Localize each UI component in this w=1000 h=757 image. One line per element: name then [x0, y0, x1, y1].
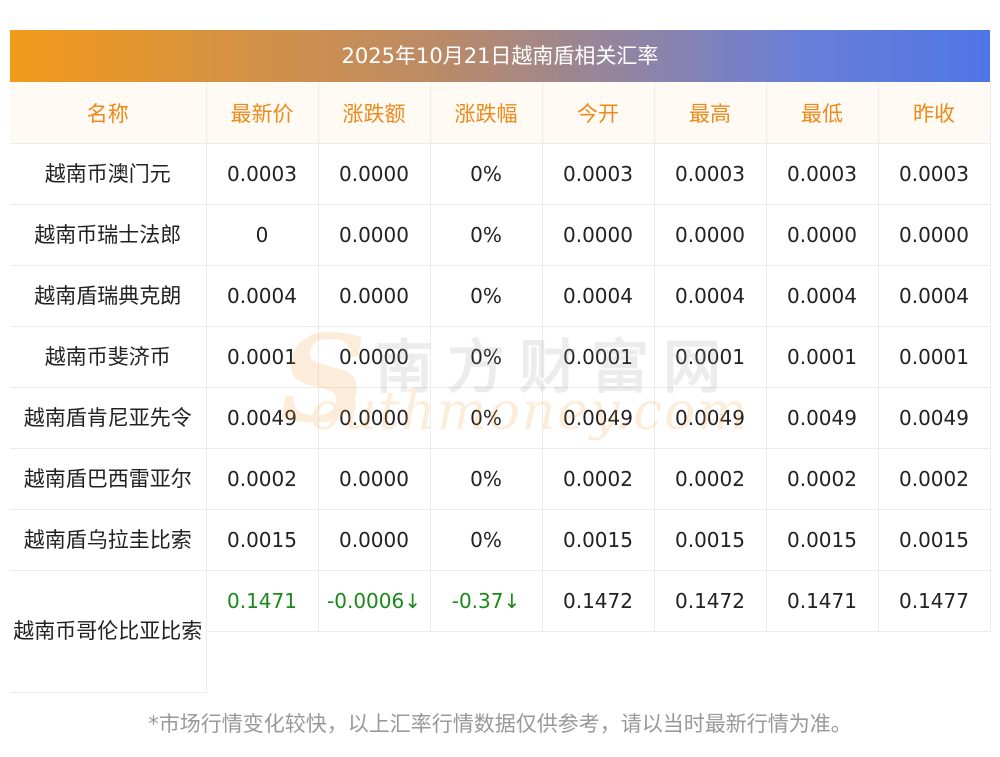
change-percent-cell: 0%	[430, 326, 543, 388]
change-amount-cell: 0.0000	[318, 204, 431, 266]
prev-close-cell: 0.0000	[878, 204, 991, 266]
low-cell: 0.0001	[766, 326, 879, 388]
low-cell: 0.0003	[766, 143, 879, 205]
high-cell: 0.1472	[654, 570, 767, 632]
column-header-open: 今开	[542, 82, 655, 144]
latest-price-cell: 0.0002	[206, 448, 319, 510]
low-cell: 0.0015	[766, 509, 879, 571]
column-header-prev-close: 昨收	[878, 82, 991, 144]
column-header-low: 最低	[766, 82, 879, 144]
table-header-row: 名称 最新价 涨跌额 涨跌幅 今开 最高 最低 昨收	[10, 82, 991, 144]
open-cell: 0.0002	[542, 448, 655, 510]
table-row: 越南币澳门元 0.0003 0.0000 0% 0.0003 0.0003 0.…	[10, 143, 991, 205]
currency-pair-link[interactable]: 越南盾肯尼亚先令	[10, 387, 207, 449]
latest-price-cell: 0.0049	[206, 387, 319, 449]
prev-close-cell: 0.0003	[878, 143, 991, 205]
open-cell: 0.0003	[542, 143, 655, 205]
change-percent-cell: 0%	[430, 265, 543, 327]
low-cell: 0.0049	[766, 387, 879, 449]
change-percent-cell: 0%	[430, 387, 543, 449]
exchange-rate-table: 名称 最新价 涨跌额 涨跌幅 今开 最高 最低 昨收 越南币澳门元 0.0003…	[10, 82, 991, 693]
column-header-high: 最高	[654, 82, 767, 144]
change-amount-cell: 0.0000	[318, 387, 431, 449]
empty-cell	[206, 632, 990, 693]
table-row: 越南盾巴西雷亚尔 0.0002 0.0000 0% 0.0002 0.0002 …	[10, 448, 991, 510]
latest-price-cell: 0.1471	[206, 570, 319, 632]
latest-price-cell: 0.0003	[206, 143, 319, 205]
table-row: 越南币瑞士法郎 0 0.0000 0% 0.0000 0.0000 0.0000…	[10, 204, 991, 266]
latest-price-cell: 0.0015	[206, 509, 319, 571]
page-title: 2025年10月21日越南盾相关汇率	[10, 30, 990, 82]
high-cell: 0.0000	[654, 204, 767, 266]
high-cell: 0.0015	[654, 509, 767, 571]
prev-close-cell: 0.1477	[878, 570, 991, 632]
low-cell: 0.0002	[766, 448, 879, 510]
change-amount-cell: 0.0000	[318, 326, 431, 388]
change-percent-cell: 0%	[430, 448, 543, 510]
currency-pair-link[interactable]: 越南币哥伦比亚比索	[10, 570, 207, 693]
change-amount-cell: -0.0006↓	[318, 570, 431, 632]
currency-pair-link[interactable]: 越南币澳门元	[10, 143, 207, 205]
prev-close-cell: 0.0004	[878, 265, 991, 327]
currency-pair-link[interactable]: 越南盾巴西雷亚尔	[10, 448, 207, 510]
column-header-latest-price: 最新价	[206, 82, 319, 144]
open-cell: 0.0004	[542, 265, 655, 327]
prev-close-cell: 0.0001	[878, 326, 991, 388]
change-amount-cell: 0.0000	[318, 143, 431, 205]
low-cell: 0.1471	[766, 570, 879, 632]
disclaimer-footnote: *市场行情变化较快，以上汇率行情数据仅供参考，请以当时最新行情为准。	[148, 712, 852, 736]
table-row: 越南币斐济币 0.0001 0.0000 0% 0.0001 0.0001 0.…	[10, 326, 991, 388]
prev-close-cell: 0.0015	[878, 509, 991, 571]
open-cell: 0.0000	[542, 204, 655, 266]
table-row: 越南币哥伦比亚比索 0.1471 -0.0006↓ -0.37↓ 0.1472 …	[10, 570, 991, 693]
currency-pair-link[interactable]: 越南币瑞士法郎	[10, 204, 207, 266]
table-row: 越南盾乌拉圭比索 0.0015 0.0000 0% 0.0015 0.0015 …	[10, 509, 991, 571]
change-percent-cell: 0%	[430, 509, 543, 571]
currency-pair-link[interactable]: 越南盾瑞典克朗	[10, 265, 207, 327]
high-cell: 0.0003	[654, 143, 767, 205]
table-row: 越南盾肯尼亚先令 0.0049 0.0000 0% 0.0049 0.0049 …	[10, 387, 991, 449]
change-amount-cell: 0.0000	[318, 448, 431, 510]
change-percent-cell: -0.37↓	[430, 570, 543, 632]
open-cell: 0.0015	[542, 509, 655, 571]
prev-close-cell: 0.0049	[878, 387, 991, 449]
column-header-change-amount: 涨跌额	[318, 82, 431, 144]
prev-close-cell: 0.0002	[878, 448, 991, 510]
latest-price-cell: 0.0001	[206, 326, 319, 388]
change-amount-cell: 0.0000	[318, 509, 431, 571]
change-amount-cell: 0.0000	[318, 265, 431, 327]
low-cell: 0.0004	[766, 265, 879, 327]
high-cell: 0.0004	[654, 265, 767, 327]
high-cell: 0.0002	[654, 448, 767, 510]
table-row: 越南盾瑞典克朗 0.0004 0.0000 0% 0.0004 0.0004 0…	[10, 265, 991, 327]
open-cell: 0.0049	[542, 387, 655, 449]
high-cell: 0.0001	[654, 326, 767, 388]
latest-price-cell: 0.0004	[206, 265, 319, 327]
open-cell: 0.1472	[542, 570, 655, 632]
currency-pair-link[interactable]: 越南币斐济币	[10, 326, 207, 388]
low-cell: 0.0000	[766, 204, 879, 266]
change-percent-cell: 0%	[430, 204, 543, 266]
open-cell: 0.0001	[542, 326, 655, 388]
latest-price-cell: 0	[206, 204, 319, 266]
column-header-name: 名称	[10, 82, 207, 144]
column-header-change-percent: 涨跌幅	[430, 82, 543, 144]
currency-pair-link[interactable]: 越南盾乌拉圭比索	[10, 509, 207, 571]
change-percent-cell: 0%	[430, 143, 543, 205]
high-cell: 0.0049	[654, 387, 767, 449]
